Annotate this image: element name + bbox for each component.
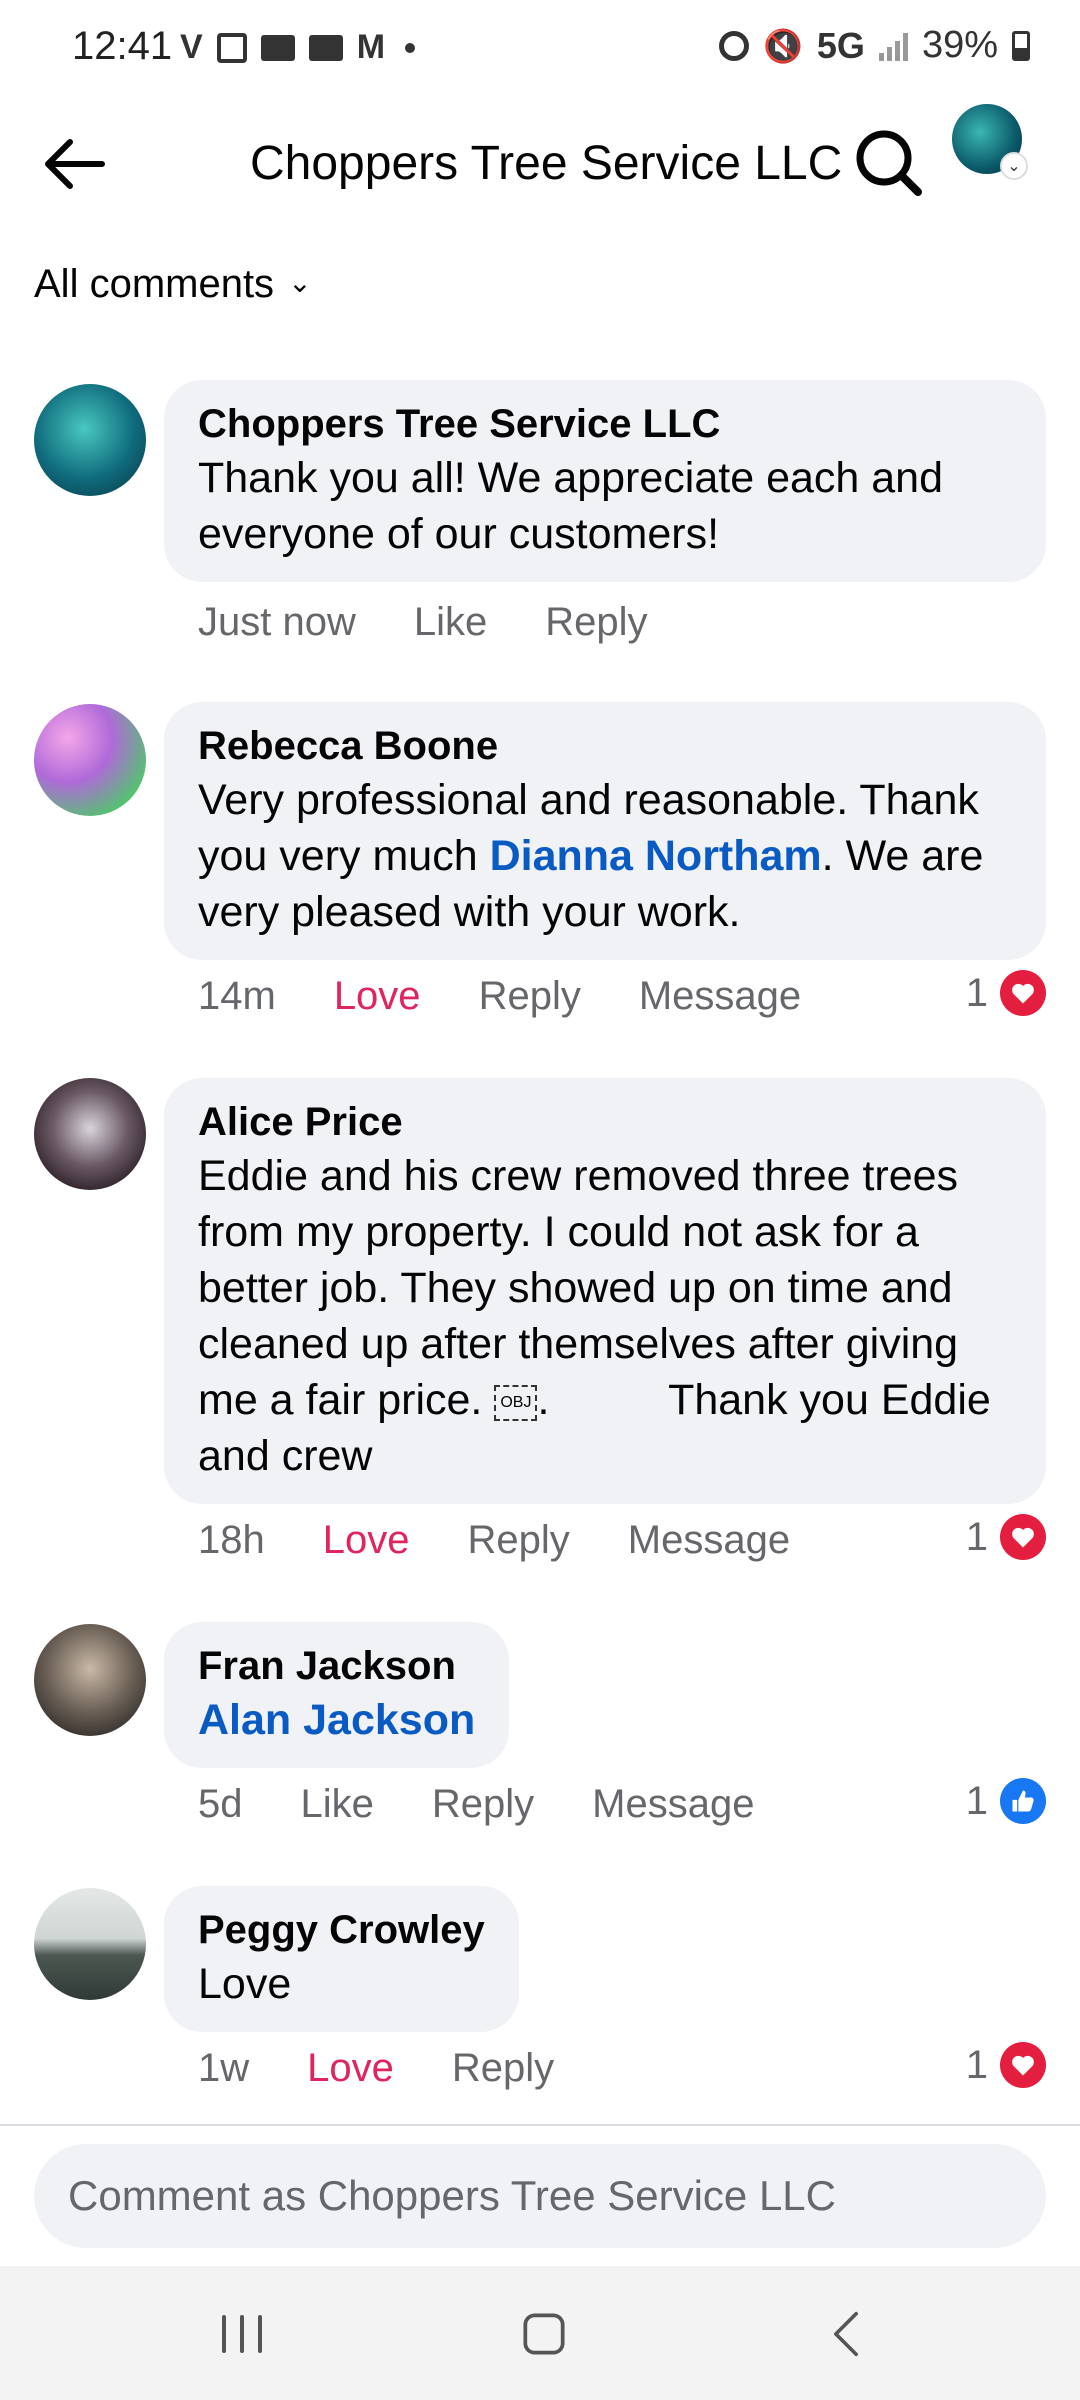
- profile-switcher-button[interactable]: ⌄: [952, 104, 1032, 184]
- reaction-summary[interactable]: 1: [966, 2042, 1046, 2088]
- thumbs-up-icon: [1000, 1778, 1046, 1824]
- chevron-left-icon: [834, 2311, 858, 2357]
- reply-button[interactable]: Reply: [468, 1518, 570, 1563]
- comment-time[interactable]: 1w: [198, 2046, 249, 2091]
- page-header: Choppers Tree Service LLC ⌄: [0, 96, 1080, 236]
- comment-bubble: Peggy Crowley Love: [164, 1886, 519, 2032]
- comment-actions: 1w Love Reply: [198, 2046, 612, 2091]
- reaction-summary[interactable]: 1: [966, 1514, 1046, 1560]
- comment-text: Eddie and his crew removed three trees f…: [198, 1148, 1012, 1484]
- comment-text: Love: [198, 1960, 292, 2008]
- divider: [0, 2124, 1080, 2126]
- love-button[interactable]: Love: [323, 1518, 410, 1563]
- mail-icon: [308, 34, 343, 61]
- gmail-icon: M: [356, 28, 386, 66]
- like-button[interactable]: Like: [414, 600, 487, 645]
- reply-button[interactable]: Reply: [545, 600, 647, 645]
- comment-actions: Just now Like Reply: [198, 600, 706, 645]
- comment-input[interactable]: Comment as Choppers Tree Service LLC: [34, 2144, 1046, 2248]
- chevron-down-icon: ⌄: [288, 267, 312, 298]
- like-button[interactable]: Like: [301, 1782, 374, 1827]
- reply-button[interactable]: Reply: [479, 974, 581, 1019]
- notification-icons: V M: [180, 28, 416, 67]
- comment-text: Very professional and reasonable. Thank …: [198, 772, 1012, 940]
- more-dot-icon: [405, 42, 416, 53]
- comment-time[interactable]: 14m: [198, 974, 276, 1019]
- arrow-left-icon: [45, 139, 105, 189]
- message-button[interactable]: Message: [628, 1518, 790, 1563]
- object-replacement-glyph: OBJ: [494, 1384, 538, 1421]
- back-nav-button[interactable]: [806, 2306, 886, 2362]
- system-nav-bar: [0, 2266, 1080, 2400]
- comment-author[interactable]: Alice Price: [198, 1096, 1012, 1148]
- comment-bubble: Rebecca Boone Very professional and reas…: [164, 702, 1046, 960]
- message-button[interactable]: Message: [639, 974, 801, 1019]
- comment-bubble: Alice Price Eddie and his crew removed t…: [164, 1078, 1046, 1504]
- reaction-summary[interactable]: 1: [966, 1778, 1046, 1824]
- reaction-count: 1: [965, 970, 988, 1015]
- alarm-icon: [719, 30, 750, 61]
- reaction-summary[interactable]: 1: [966, 970, 1046, 1016]
- mention-link[interactable]: Dianna Northam: [490, 832, 822, 880]
- comment-actions: 5d Like Reply Message: [198, 1782, 812, 1827]
- comment-author[interactable]: Choppers Tree Service LLC: [198, 398, 1012, 450]
- network-type: 5G: [816, 24, 865, 66]
- verizon-icon: V: [180, 28, 203, 66]
- filter-label: All comments: [34, 262, 275, 306]
- signal-icon: [878, 31, 908, 61]
- search-button[interactable]: [852, 126, 924, 198]
- system-icons: 🔇 5G 39%: [719, 24, 1030, 67]
- recent-apps-button[interactable]: [202, 2306, 282, 2362]
- avatar[interactable]: [34, 1888, 146, 2000]
- comment-time[interactable]: 18h: [198, 1518, 265, 1563]
- avatar[interactable]: [34, 1624, 146, 1736]
- chevron-down-icon: ⌄: [1000, 152, 1028, 180]
- mention-link[interactable]: Alan Jackson: [198, 1692, 475, 1748]
- comment-author[interactable]: Rebecca Boone: [198, 720, 1012, 772]
- reply-button[interactable]: Reply: [452, 2046, 554, 2091]
- heart-icon: [1000, 2042, 1046, 2088]
- heart-icon: [1000, 1514, 1046, 1560]
- mute-icon: 🔇: [763, 27, 803, 64]
- reply-button[interactable]: Reply: [432, 1782, 534, 1827]
- reaction-count: 1: [965, 2042, 988, 2087]
- love-button[interactable]: Love: [307, 2046, 394, 2091]
- status-time: 12:41: [72, 24, 173, 68]
- comment-text: Thank you all! We appreciate each and ev…: [198, 454, 944, 558]
- comment-time[interactable]: 5d: [198, 1782, 243, 1827]
- comment-time[interactable]: Just now: [198, 600, 356, 645]
- reaction-count: 1: [965, 1778, 988, 1823]
- love-button[interactable]: Love: [334, 974, 421, 1019]
- battery-percent: 39%: [921, 24, 998, 66]
- news-icon: [216, 32, 247, 63]
- reaction-count: 1: [965, 1514, 988, 1559]
- page-title: Choppers Tree Service LLC: [250, 137, 843, 190]
- comment-author[interactable]: Peggy Crowley: [198, 1904, 485, 1956]
- home-icon: [523, 2313, 565, 2355]
- heart-icon: [1000, 970, 1046, 1016]
- battery-icon: [1012, 30, 1030, 61]
- mail-icon: [260, 34, 295, 61]
- comment-actions: 18h Love Reply Message: [198, 1518, 848, 1563]
- status-bar: 12:41 V M 🔇 5G 39%: [0, 0, 1080, 96]
- avatar[interactable]: [34, 384, 146, 496]
- search-icon: [856, 130, 922, 196]
- avatar[interactable]: [34, 704, 146, 816]
- comment-input-placeholder: Comment as Choppers Tree Service LLC: [68, 2172, 836, 2219]
- comment-bubble: Fran Jackson Alan Jackson: [164, 1622, 510, 1768]
- comment-bubble: Choppers Tree Service LLC Thank you all!…: [164, 380, 1046, 582]
- comment-author[interactable]: Fran Jackson: [198, 1640, 475, 1692]
- comment-actions: 14m Love Reply Message: [198, 974, 859, 1019]
- avatar[interactable]: [34, 1078, 146, 1190]
- recent-apps-icon: [222, 2315, 262, 2353]
- back-button[interactable]: [40, 134, 110, 194]
- comments-filter-dropdown[interactable]: All comments ⌄: [34, 262, 312, 307]
- message-button[interactable]: Message: [592, 1782, 754, 1827]
- home-button[interactable]: [504, 2306, 584, 2362]
